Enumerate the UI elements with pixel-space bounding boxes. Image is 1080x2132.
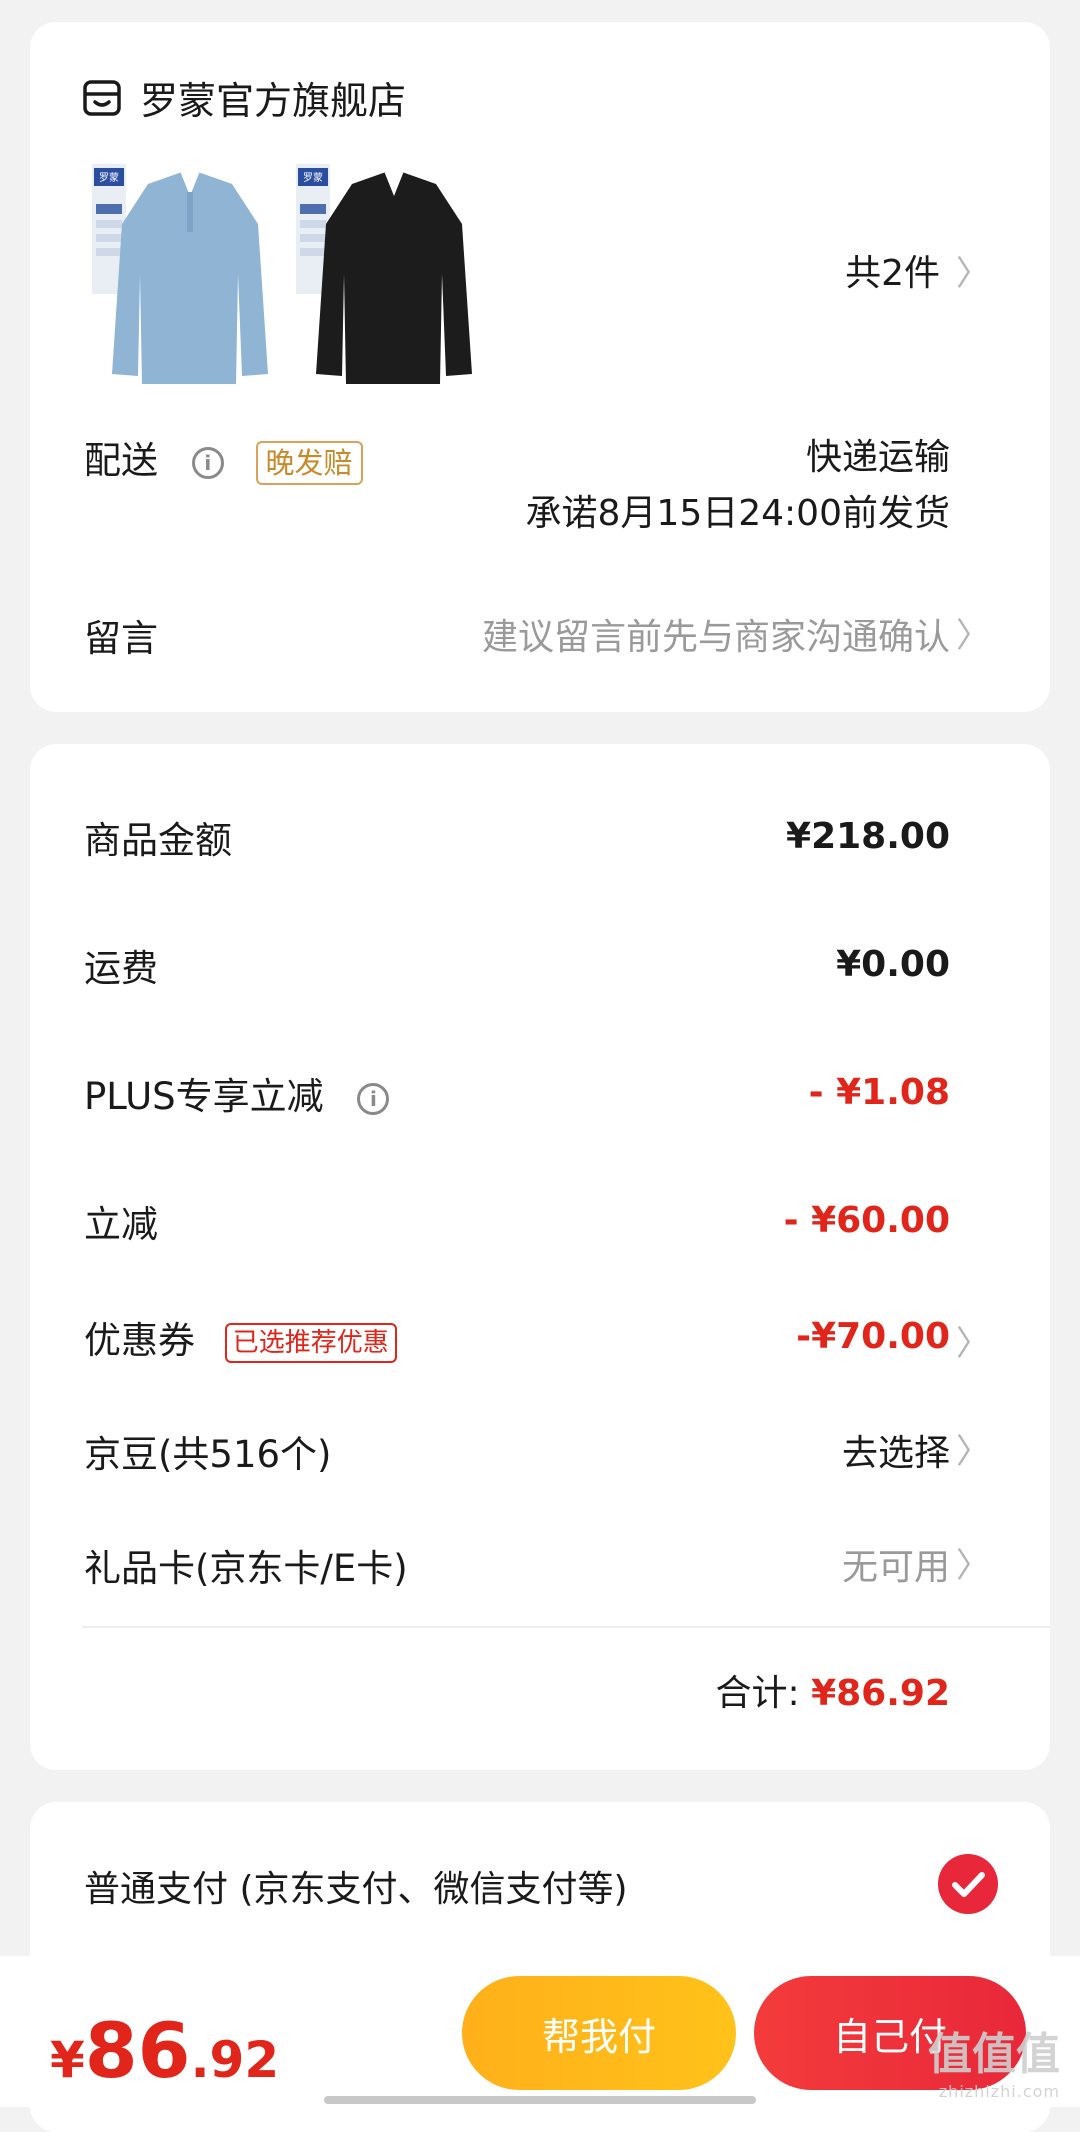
goods-amount-label: 商品金额: [84, 819, 232, 862]
product-thumbnail-black-polo[interactable]: 罗蒙: [294, 164, 474, 384]
chevron-right-icon: 〉: [956, 1546, 990, 1586]
total-row: 合计: ¥86.92: [715, 1664, 950, 1716]
delivery-method: 快递运输: [805, 437, 950, 478]
shop-name: 罗蒙官方旗舰店: [140, 79, 407, 123]
amount-card: 商品金额 ¥218.00 运费 ¥0.00 PLUS专享立减 i - ¥1.08…: [30, 744, 1050, 1770]
home-indicator[interactable]: [324, 2096, 756, 2104]
coupon-recommended-badge: 已选推荐优惠: [224, 1322, 397, 1363]
shop-header[interactable]: 罗蒙官方旗舰店: [82, 70, 406, 125]
message-label: 留言: [84, 617, 158, 660]
price-decimal: .92: [190, 2031, 280, 2089]
goods-amount-value: ¥218.00: [786, 816, 950, 857]
brand-tag-text: 罗蒙: [99, 171, 119, 184]
total-value: ¥86.92: [811, 1673, 950, 1714]
shipping-value: ¥0.00: [836, 944, 950, 985]
watermark-logo: 值值值 zhizhizhi.com: [928, 2018, 1060, 2101]
late-compensation-badge: 晚发赔: [255, 440, 363, 485]
item-count-row[interactable]: 共2件 〉: [845, 244, 990, 296]
plus-discount-value: - ¥1.08: [808, 1072, 950, 1113]
chevron-right-icon: 〉: [956, 1432, 990, 1472]
price-integer: 86: [84, 2006, 191, 2095]
coupon-row: 优惠券 已选推荐优惠: [84, 1310, 397, 1364]
giftcard-label: 礼品卡(京东卡/E卡): [84, 1547, 408, 1590]
watermark-site: zhizhizhi.com: [938, 2082, 1060, 2101]
instant-discount-label: 立减: [84, 1203, 158, 1246]
info-icon[interactable]: i: [357, 1082, 390, 1115]
coupon-label: 优惠券: [84, 1319, 195, 1362]
shipping-label: 运费: [84, 947, 158, 990]
store-icon: [83, 79, 121, 116]
chevron-right-icon: 〉: [956, 1324, 990, 1364]
delivery-label: 配送: [84, 439, 158, 482]
delivery-row: 配送 i 晚发赔: [84, 430, 363, 485]
polo-shirt-image: 罗蒙: [92, 164, 268, 384]
help-me-pay-button[interactable]: 帮我付: [462, 1976, 736, 2090]
instant-discount-value: - ¥60.00: [783, 1200, 950, 1241]
divider: [82, 1626, 1050, 1628]
checkmark-icon[interactable]: [938, 1854, 998, 1914]
plus-discount-row: PLUS专享立减 i: [84, 1066, 390, 1120]
delivery-promise: 承诺8月15日24:00前发货: [525, 493, 950, 534]
message-input[interactable]: 建议留言前先与商家沟通确认: [482, 608, 950, 660]
chevron-right-icon: 〉: [956, 253, 990, 294]
currency-symbol: ¥: [50, 2031, 85, 2089]
total-label: 合计:: [715, 1673, 800, 1714]
plus-discount-label: PLUS专享立减: [84, 1075, 324, 1118]
payable-amount: ¥86.92: [50, 2006, 279, 2095]
giftcard-value[interactable]: 无可用: [842, 1538, 950, 1590]
info-icon[interactable]: i: [191, 446, 224, 479]
product-thumbnail-blue-polo[interactable]: 罗蒙: [90, 164, 270, 384]
bottom-checkout-bar: ¥86.92 帮我付 自己付: [0, 1956, 1080, 2107]
jingdou-select[interactable]: 去选择: [842, 1424, 950, 1476]
brand-tag-text: 罗蒙: [303, 171, 323, 184]
item-count: 共2件: [845, 253, 940, 294]
jingdou-label: 京豆(共516个): [84, 1433, 332, 1476]
shop-card: 罗蒙官方旗舰店 罗蒙 罗蒙 共2件 〉 配送 i 晚发赔 快递运输 承诺8月15…: [30, 22, 1050, 712]
delivery-info[interactable]: 快递运输 承诺8月15日24:00前发货: [526, 430, 950, 542]
chevron-right-icon: 〉: [956, 616, 990, 656]
payment-option-label[interactable]: 普通支付 (京东支付、微信支付等): [84, 1860, 628, 1912]
coupon-value[interactable]: -¥70.00: [796, 1316, 950, 1357]
watermark-text: 值值值: [928, 2029, 1060, 2080]
polo-shirt-image: 罗蒙: [296, 164, 472, 384]
